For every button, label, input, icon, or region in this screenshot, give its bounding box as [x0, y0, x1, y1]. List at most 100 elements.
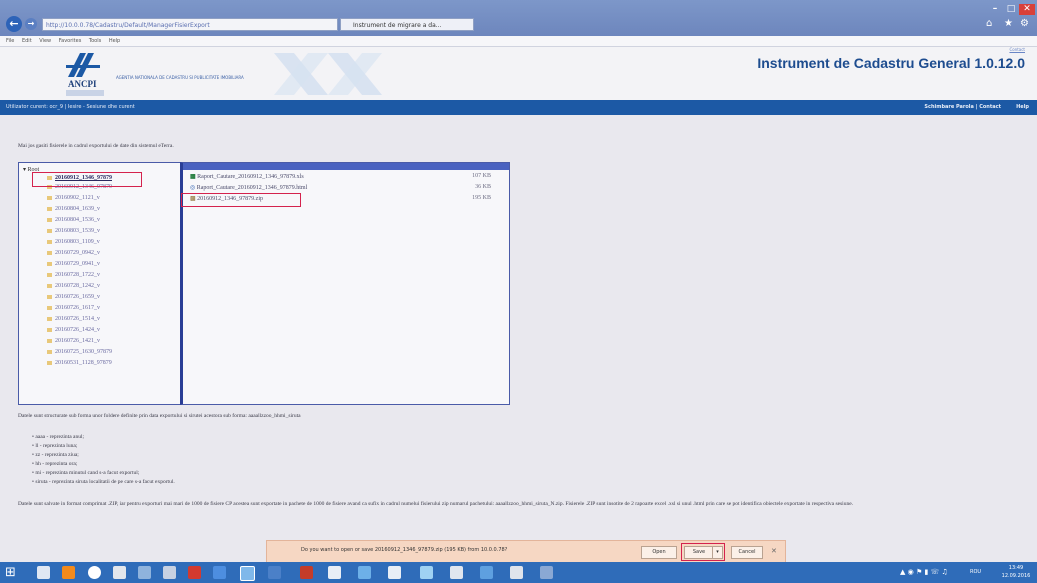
access-app-icon[interactable] — [300, 566, 313, 579]
maximize-icon[interactable]: □ — [1004, 4, 1018, 15]
bullet-item: • ll - reprezinta luna; — [32, 443, 78, 449]
browser-menubar: File Edit View Favorites Tools Help — [0, 36, 1037, 47]
address-bar[interactable]: http://10.0.0.78/Cadastru/Default/Manage… — [42, 18, 338, 31]
file-row-xls[interactable]: ▦ Raport_Cautare_20160912_1346_97879.xls — [190, 173, 304, 180]
tree-folder[interactable]: 20160804_1639_v — [47, 206, 100, 212]
file-row-html[interactable]: ◎ Raport_Cautare_20160912_1346_97879.htm… — [190, 184, 307, 191]
tree-folder[interactable]: 20160902_1121_v — [47, 195, 100, 201]
clock-date[interactable]: 12.09.2016 — [1000, 573, 1032, 579]
file-size: 36 KB — [475, 184, 491, 190]
intro-text: Mai jos gasiti fisierele in cadrul expor… — [18, 143, 174, 149]
taskbar-app-icon[interactable] — [540, 566, 553, 579]
tree-folder[interactable]: 20160804_1536_v — [47, 217, 100, 223]
tree-folder[interactable]: 20160729_0941_v — [47, 261, 100, 267]
menu-favorites[interactable]: Favorites — [59, 38, 82, 44]
tree-folder[interactable]: 20160726_1659_v — [47, 294, 100, 300]
help-link[interactable]: Help — [1016, 100, 1029, 115]
close-bar-icon[interactable]: ✕ — [771, 547, 777, 555]
minimize-icon[interactable]: – — [988, 4, 1002, 15]
search-icon[interactable] — [37, 566, 50, 579]
file-name: Raport_Cautare_20160912_1346_97879.html — [196, 185, 308, 191]
bullet-item: • siruta - reprezinta siruta localitatii… — [32, 479, 175, 485]
language-indicator[interactable]: ROU — [970, 569, 981, 575]
tree-folder[interactable]: 20160726_1514_v — [47, 316, 100, 322]
tree-folder[interactable]: 20160729_0942_v — [47, 250, 100, 256]
file-list-header — [183, 163, 509, 170]
header-watermark-icon — [274, 53, 382, 95]
tree-folder[interactable]: 20160726_1421_v — [47, 338, 100, 344]
settings-gear-icon[interactable]: ⚙ — [1020, 18, 1029, 29]
collapse-icon[interactable]: ▾ — [23, 167, 26, 173]
menu-tools[interactable]: Tools — [89, 38, 101, 44]
menu-view[interactable]: View — [39, 38, 51, 44]
pdf-app-icon[interactable] — [188, 566, 201, 579]
tree-folder[interactable]: 20160725_1630_97879 — [47, 349, 112, 355]
menu-help[interactable]: Help — [109, 38, 120, 44]
favorites-star-icon[interactable]: ★ — [1004, 18, 1013, 29]
taskbar-app-icon[interactable] — [510, 566, 523, 579]
tree-folder[interactable]: 20160803_1109_v — [47, 239, 100, 245]
download-notification-bar: Do you want to open or save 20160912_134… — [266, 540, 786, 564]
bullet-item: • zz - reprezinta ziua; — [32, 452, 79, 458]
cancel-button[interactable]: Cancel — [731, 546, 763, 559]
taskbar-app-icon[interactable] — [420, 566, 433, 579]
taskbar-app-icon[interactable] — [62, 566, 75, 579]
file-list-panel[interactable]: ▦ Raport_Cautare_20160912_1346_97879.xls… — [180, 162, 510, 405]
taskbar-app-icon[interactable] — [163, 566, 176, 579]
taskbar-app-icon[interactable] — [213, 566, 226, 579]
change-password-link[interactable]: Schimbare Parola | Contact — [924, 100, 1001, 115]
tree-folder[interactable]: 20160728_1242_v — [47, 283, 100, 289]
start-windows-icon[interactable]: ⊞ — [5, 566, 16, 579]
close-icon[interactable]: ✕ — [1019, 4, 1035, 15]
clock-time[interactable]: 13:49 — [1000, 565, 1032, 571]
tray-icons[interactable]: ▲ ◉ ⚑ ▮ ☏ ♫ — [900, 568, 948, 576]
taskbar-app-icon[interactable] — [268, 566, 281, 579]
taskbar-app-icon[interactable] — [388, 566, 401, 579]
save-button-highlight — [681, 543, 725, 561]
selected-file-highlight — [181, 193, 301, 207]
menu-file[interactable]: File — [6, 38, 14, 44]
logo-text: ANCPI — [68, 79, 97, 89]
logo-underline — [66, 90, 104, 96]
ancpi-logo-icon — [66, 53, 100, 77]
back-icon[interactable]: ← — [6, 16, 22, 32]
user-bar: Utilizator curent: ocr_9 | Iesire - Sesi… — [0, 100, 1037, 115]
taskbar-app-icon[interactable] — [480, 566, 493, 579]
file-size: 107 KB — [472, 173, 491, 179]
excel-file-icon: ▦ — [190, 174, 196, 180]
tree-folder[interactable]: 20160803_1539_v — [47, 228, 100, 234]
internet-explorer-icon[interactable] — [240, 566, 255, 581]
bullet-item: • hh - reprezinta ora; — [32, 461, 78, 467]
app-title: Instrument de Cadastru General 1.0.12.0 — [757, 55, 1025, 71]
html-file-icon: ◎ — [190, 185, 196, 191]
tree-folder[interactable]: 20160726_1424_v — [47, 327, 100, 333]
tree-folder[interactable]: 20160726_1617_v — [47, 305, 100, 311]
open-button[interactable]: Open — [641, 546, 677, 559]
browser-titlebar: ← → http://10.0.0.78/Cadastru/Default/Ma… — [0, 0, 1037, 36]
forward-icon[interactable]: → — [25, 18, 37, 30]
file-size: 195 KB — [472, 195, 491, 201]
tree-folder[interactable]: 20160728_1722_v — [47, 272, 100, 278]
contact-link[interactable]: Contact — [1009, 47, 1025, 52]
structure-description: Datele sunt structurate sub forma unor f… — [18, 413, 301, 419]
zip-note: Datele sunt salvate in format comprimat … — [18, 501, 854, 507]
browser-tab[interactable]: Instrument de migrare a da... — [340, 18, 474, 31]
selected-folder-highlight — [32, 172, 142, 187]
file-name: Raport_Cautare_20160912_1346_97879.xls — [197, 174, 304, 180]
bullet-item: • mi - reprezinta minutul cand s-a facut… — [32, 470, 140, 476]
download-message: Do you want to open or save 20160912_134… — [301, 547, 508, 553]
bullet-item: • aaaa - reprezinta anul; — [32, 434, 85, 440]
agency-name: AGENTIA NATIONALA DE CADASTRU SI PUBLICI… — [116, 75, 244, 80]
chrome-icon[interactable] — [88, 566, 101, 579]
menu-edit[interactable]: Edit — [22, 38, 32, 44]
taskbar-app-icon[interactable] — [138, 566, 151, 579]
taskbar-app-icon[interactable] — [450, 566, 463, 579]
windows-taskbar: ⊞ ▲ ◉ ⚑ ▮ ☏ ♫ ROU 13:49 12.09.2016 — [0, 562, 1037, 583]
taskbar-app-icon[interactable] — [113, 566, 126, 579]
taskbar-app-icon[interactable] — [328, 566, 341, 579]
folder-tree-panel[interactable]: ▾ Root 20160912_1346_97879 20160912_1346… — [18, 162, 182, 405]
tree-folder[interactable]: 20160531_1128_97879 — [47, 360, 112, 366]
user-session-link[interactable]: Utilizator curent: ocr_9 | Iesire - Sesi… — [6, 100, 135, 115]
taskbar-app-icon[interactable] — [358, 566, 371, 579]
home-icon[interactable]: ⌂ — [986, 18, 992, 29]
